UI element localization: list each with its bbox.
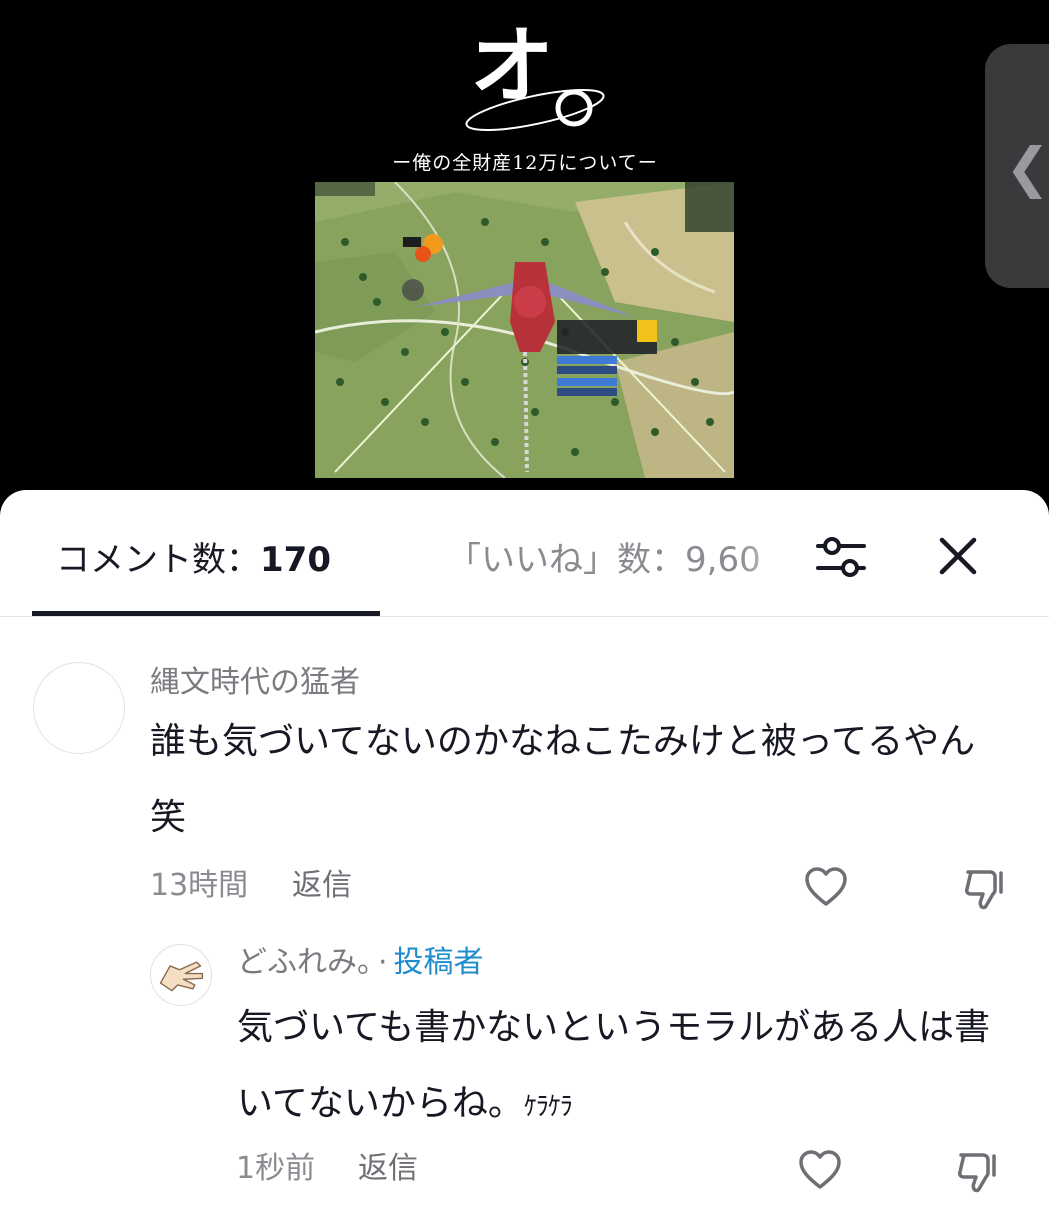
comment-timestamp: 13時間	[150, 868, 249, 903]
reply-button[interactable]: 返信	[292, 868, 352, 904]
dislike-icon[interactable]	[962, 866, 1008, 912]
video-subtitle: ー俺の全財産12万についてー	[392, 152, 658, 174]
gameplay-thumbnail	[315, 182, 734, 478]
tabs-divider	[0, 616, 1049, 617]
reply-text-suffix: ｹﾗｹﾗ	[523, 1092, 573, 1122]
tab-likes-label: 「いいね」数：9,60	[447, 540, 761, 580]
tab-comments[interactable]: コメント数：170	[56, 540, 331, 580]
tab-comments-count: 170	[260, 540, 331, 580]
dislike-icon[interactable]	[955, 1149, 1001, 1195]
reply-username[interactable]: どふれみ。	[237, 945, 372, 980]
reply-timestamp: 1秒前	[236, 1151, 316, 1186]
tab-likes[interactable]: 「いいね」数：9,60	[447, 540, 787, 580]
comment-username[interactable]: 縄文時代の猛者	[150, 665, 360, 701]
video-player[interactable]: オ ー俺の全財産12万についてー ❮	[0, 0, 1049, 490]
heart-icon[interactable]	[803, 864, 849, 910]
separator-dot: ·	[378, 945, 388, 980]
comments-sheet: コメント数：170 「いいね」数：9,60 縄文時代の猛者 誰も気づいてないのか…	[0, 490, 1049, 1210]
avatar[interactable]	[33, 662, 125, 754]
heart-icon[interactable]	[797, 1147, 843, 1193]
reply-button[interactable]: 返信	[358, 1151, 418, 1187]
reply-text: 気づいても書かないというモラルがある人は書いてないからね。ｹﾗｹﾗ	[237, 990, 997, 1145]
reply-text-main: 気づいても書かないというモラルがある人は書いてないからね。	[237, 1007, 991, 1124]
comment-text: 誰も気づいてないのかなねこたみけと被ってるやん笑	[150, 721, 976, 838]
logo-character: オ	[470, 16, 555, 115]
close-icon[interactable]	[932, 530, 984, 582]
channel-logo: オ	[440, 24, 630, 150]
author-badge: 投稿者	[393, 945, 484, 980]
tab-comments-label: コメント数：	[56, 540, 260, 580]
side-panel-tab[interactable]: ❮	[985, 44, 1049, 288]
reply-username-line: どふれみ。 · 投稿者	[237, 945, 484, 981]
hand-gesture-icon	[159, 961, 204, 992]
filter-sliders-icon[interactable]	[812, 528, 870, 586]
tab-fade-overlay	[740, 530, 800, 590]
avatar[interactable]	[150, 944, 212, 1006]
chevron-left-icon: ❮	[1005, 136, 1049, 199]
